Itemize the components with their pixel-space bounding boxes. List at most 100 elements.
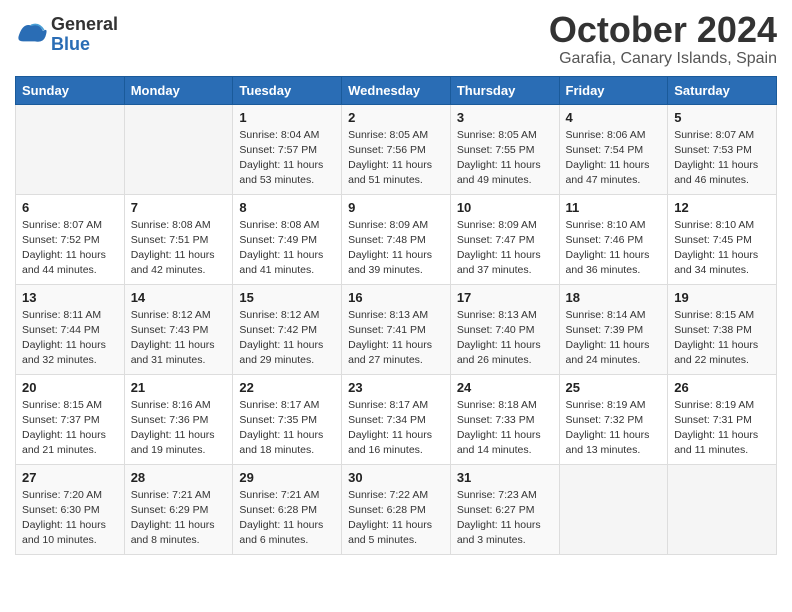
- calendar-cell: 6Sunrise: 8:07 AM Sunset: 7:52 PM Daylig…: [16, 194, 125, 284]
- calendar-cell: 7 Sunrise: 8:08 AM Sunset: 7:51 PM Daylig…: [124, 194, 233, 284]
- header-tuesday: Tuesday: [233, 76, 342, 104]
- day-info: Sunrise: 8:18 AM Sunset: 7:33 PM Dayligh…: [457, 398, 553, 459]
- day-number: 3: [457, 110, 553, 125]
- day-info: Sunrise: 8:12 AM Sunset: 7:42 PM Dayligh…: [239, 308, 335, 369]
- calendar-cell: [559, 464, 668, 554]
- logo-blue: Blue: [51, 35, 118, 55]
- header-thursday: Thursday: [450, 76, 559, 104]
- page-header: General Blue October 2024 Garafia, Canar…: [15, 10, 777, 68]
- day-info: Sunrise: 7:22 AM Sunset: 6:28 PM Dayligh…: [348, 488, 444, 549]
- calendar-cell: 22 Sunrise: 8:17 AM Sunset: 7:35 PM Dayli…: [233, 374, 342, 464]
- day-number: 13: [22, 290, 118, 305]
- day-info: Sunrise: 8:10 AM Sunset: 7:46 PM Dayligh…: [566, 218, 662, 279]
- day-info: Sunrise: 8:09 AM Sunset: 7:47 PM Dayligh…: [457, 218, 553, 279]
- day-number: 29: [239, 470, 335, 485]
- calendar-cell: 15 Sunrise: 8:12 AM Sunset: 7:42 PM Dayli…: [233, 284, 342, 374]
- calendar-cell: 12 Sunrise: 8:10 AM Sunset: 7:45 PM Dayli…: [668, 194, 777, 284]
- location-subtitle: Garafia, Canary Islands, Spain: [549, 50, 777, 68]
- logo-general: General: [51, 15, 118, 35]
- calendar-cell: [668, 464, 777, 554]
- day-number: 23: [348, 380, 444, 395]
- day-number: 1: [239, 110, 335, 125]
- calendar-cell: 3 Sunrise: 8:05 AM Sunset: 7:55 PM Daylig…: [450, 104, 559, 194]
- month-title: October 2024: [549, 10, 777, 50]
- day-number: 5: [674, 110, 770, 125]
- day-info: Sunrise: 7:23 AM Sunset: 6:27 PM Dayligh…: [457, 488, 553, 549]
- day-info: Sunrise: 8:04 AM Sunset: 7:57 PM Dayligh…: [239, 128, 335, 189]
- day-info: Sunrise: 8:13 AM Sunset: 7:40 PM Dayligh…: [457, 308, 553, 369]
- title-block: October 2024 Garafia, Canary Islands, Sp…: [549, 10, 777, 68]
- day-info: Sunrise: 8:19 AM Sunset: 7:32 PM Dayligh…: [566, 398, 662, 459]
- calendar-cell: 13Sunrise: 8:11 AM Sunset: 7:44 PM Dayli…: [16, 284, 125, 374]
- day-number: 4: [566, 110, 662, 125]
- calendar-cell: 8 Sunrise: 8:08 AM Sunset: 7:49 PM Daylig…: [233, 194, 342, 284]
- calendar-cell: 9Sunrise: 8:09 AM Sunset: 7:48 PM Daylig…: [342, 194, 451, 284]
- header-wednesday: Wednesday: [342, 76, 451, 104]
- day-number: 27: [22, 470, 118, 485]
- day-number: 22: [239, 380, 335, 395]
- day-info: Sunrise: 8:06 AM Sunset: 7:54 PM Dayligh…: [566, 128, 662, 189]
- calendar-week-2: 6Sunrise: 8:07 AM Sunset: 7:52 PM Daylig…: [16, 194, 777, 284]
- day-info: Sunrise: 8:14 AM Sunset: 7:39 PM Dayligh…: [566, 308, 662, 369]
- day-number: 28: [131, 470, 227, 485]
- calendar-week-3: 13Sunrise: 8:11 AM Sunset: 7:44 PM Dayli…: [16, 284, 777, 374]
- day-number: 21: [131, 380, 227, 395]
- day-info: Sunrise: 8:13 AM Sunset: 7:41 PM Dayligh…: [348, 308, 444, 369]
- day-info: Sunrise: 7:21 AM Sunset: 6:29 PM Dayligh…: [131, 488, 227, 549]
- logo-icon: [15, 19, 47, 51]
- day-number: 12: [674, 200, 770, 215]
- calendar-cell: 18 Sunrise: 8:14 AM Sunset: 7:39 PM Dayli…: [559, 284, 668, 374]
- calendar-cell: 20Sunrise: 8:15 AM Sunset: 7:37 PM Dayli…: [16, 374, 125, 464]
- calendar-cell: 19Sunrise: 8:15 AM Sunset: 7:38 PM Dayli…: [668, 284, 777, 374]
- calendar-week-5: 27 Sunrise: 7:20 AM Sunset: 6:30 PM Dayli…: [16, 464, 777, 554]
- header-saturday: Saturday: [668, 76, 777, 104]
- calendar-table: Sunday Monday Tuesday Wednesday Thursday…: [15, 76, 777, 555]
- day-info: Sunrise: 7:21 AM Sunset: 6:28 PM Dayligh…: [239, 488, 335, 549]
- logo-text: General Blue: [51, 15, 118, 55]
- calendar-cell: 2Sunrise: 8:05 AM Sunset: 7:56 PM Daylig…: [342, 104, 451, 194]
- day-info: Sunrise: 8:17 AM Sunset: 7:34 PM Dayligh…: [348, 398, 444, 459]
- calendar-cell: 21Sunrise: 8:16 AM Sunset: 7:36 PM Dayli…: [124, 374, 233, 464]
- day-info: Sunrise: 8:07 AM Sunset: 7:53 PM Dayligh…: [674, 128, 770, 189]
- calendar-cell: 14Sunrise: 8:12 AM Sunset: 7:43 PM Dayli…: [124, 284, 233, 374]
- calendar-cell: 28 Sunrise: 7:21 AM Sunset: 6:29 PM Dayli…: [124, 464, 233, 554]
- header-monday: Monday: [124, 76, 233, 104]
- calendar-cell: 26 Sunrise: 8:19 AM Sunset: 7:31 PM Dayli…: [668, 374, 777, 464]
- day-number: 31: [457, 470, 553, 485]
- day-number: 25: [566, 380, 662, 395]
- calendar-cell: 23 Sunrise: 8:17 AM Sunset: 7:34 PM Dayli…: [342, 374, 451, 464]
- day-info: Sunrise: 8:05 AM Sunset: 7:55 PM Dayligh…: [457, 128, 553, 189]
- calendar-cell: 11 Sunrise: 8:10 AM Sunset: 7:46 PM Dayli…: [559, 194, 668, 284]
- day-number: 11: [566, 200, 662, 215]
- day-number: 14: [131, 290, 227, 305]
- day-number: 8: [239, 200, 335, 215]
- day-number: 24: [457, 380, 553, 395]
- calendar-cell: 5 Sunrise: 8:07 AM Sunset: 7:53 PM Daylig…: [668, 104, 777, 194]
- day-number: 16: [348, 290, 444, 305]
- header-friday: Friday: [559, 76, 668, 104]
- day-info: Sunrise: 8:15 AM Sunset: 7:38 PM Dayligh…: [674, 308, 770, 369]
- day-number: 30: [348, 470, 444, 485]
- calendar-cell: 1 Sunrise: 8:04 AM Sunset: 7:57 PM Daylig…: [233, 104, 342, 194]
- day-info: Sunrise: 8:07 AM Sunset: 7:52 PM Dayligh…: [22, 218, 118, 279]
- day-info: Sunrise: 8:19 AM Sunset: 7:31 PM Dayligh…: [674, 398, 770, 459]
- calendar-week-4: 20Sunrise: 8:15 AM Sunset: 7:37 PM Dayli…: [16, 374, 777, 464]
- day-number: 18: [566, 290, 662, 305]
- day-info: Sunrise: 8:17 AM Sunset: 7:35 PM Dayligh…: [239, 398, 335, 459]
- day-number: 15: [239, 290, 335, 305]
- day-info: Sunrise: 8:10 AM Sunset: 7:45 PM Dayligh…: [674, 218, 770, 279]
- day-info: Sunrise: 8:15 AM Sunset: 7:37 PM Dayligh…: [22, 398, 118, 459]
- calendar-cell: 24 Sunrise: 8:18 AM Sunset: 7:33 PM Dayli…: [450, 374, 559, 464]
- calendar-cell: 16 Sunrise: 8:13 AM Sunset: 7:41 PM Dayli…: [342, 284, 451, 374]
- day-info: Sunrise: 8:08 AM Sunset: 7:49 PM Dayligh…: [239, 218, 335, 279]
- day-number: 17: [457, 290, 553, 305]
- day-info: Sunrise: 7:20 AM Sunset: 6:30 PM Dayligh…: [22, 488, 118, 549]
- calendar-cell: 31 Sunrise: 7:23 AM Sunset: 6:27 PM Dayli…: [450, 464, 559, 554]
- day-number: 7: [131, 200, 227, 215]
- calendar-cell: 30 Sunrise: 7:22 AM Sunset: 6:28 PM Dayli…: [342, 464, 451, 554]
- calendar-cell: 10Sunrise: 8:09 AM Sunset: 7:47 PM Dayli…: [450, 194, 559, 284]
- day-info: Sunrise: 8:08 AM Sunset: 7:51 PM Dayligh…: [131, 218, 227, 279]
- calendar-week-1: 1 Sunrise: 8:04 AM Sunset: 7:57 PM Daylig…: [16, 104, 777, 194]
- calendar-cell: 4 Sunrise: 8:06 AM Sunset: 7:54 PM Daylig…: [559, 104, 668, 194]
- day-number: 26: [674, 380, 770, 395]
